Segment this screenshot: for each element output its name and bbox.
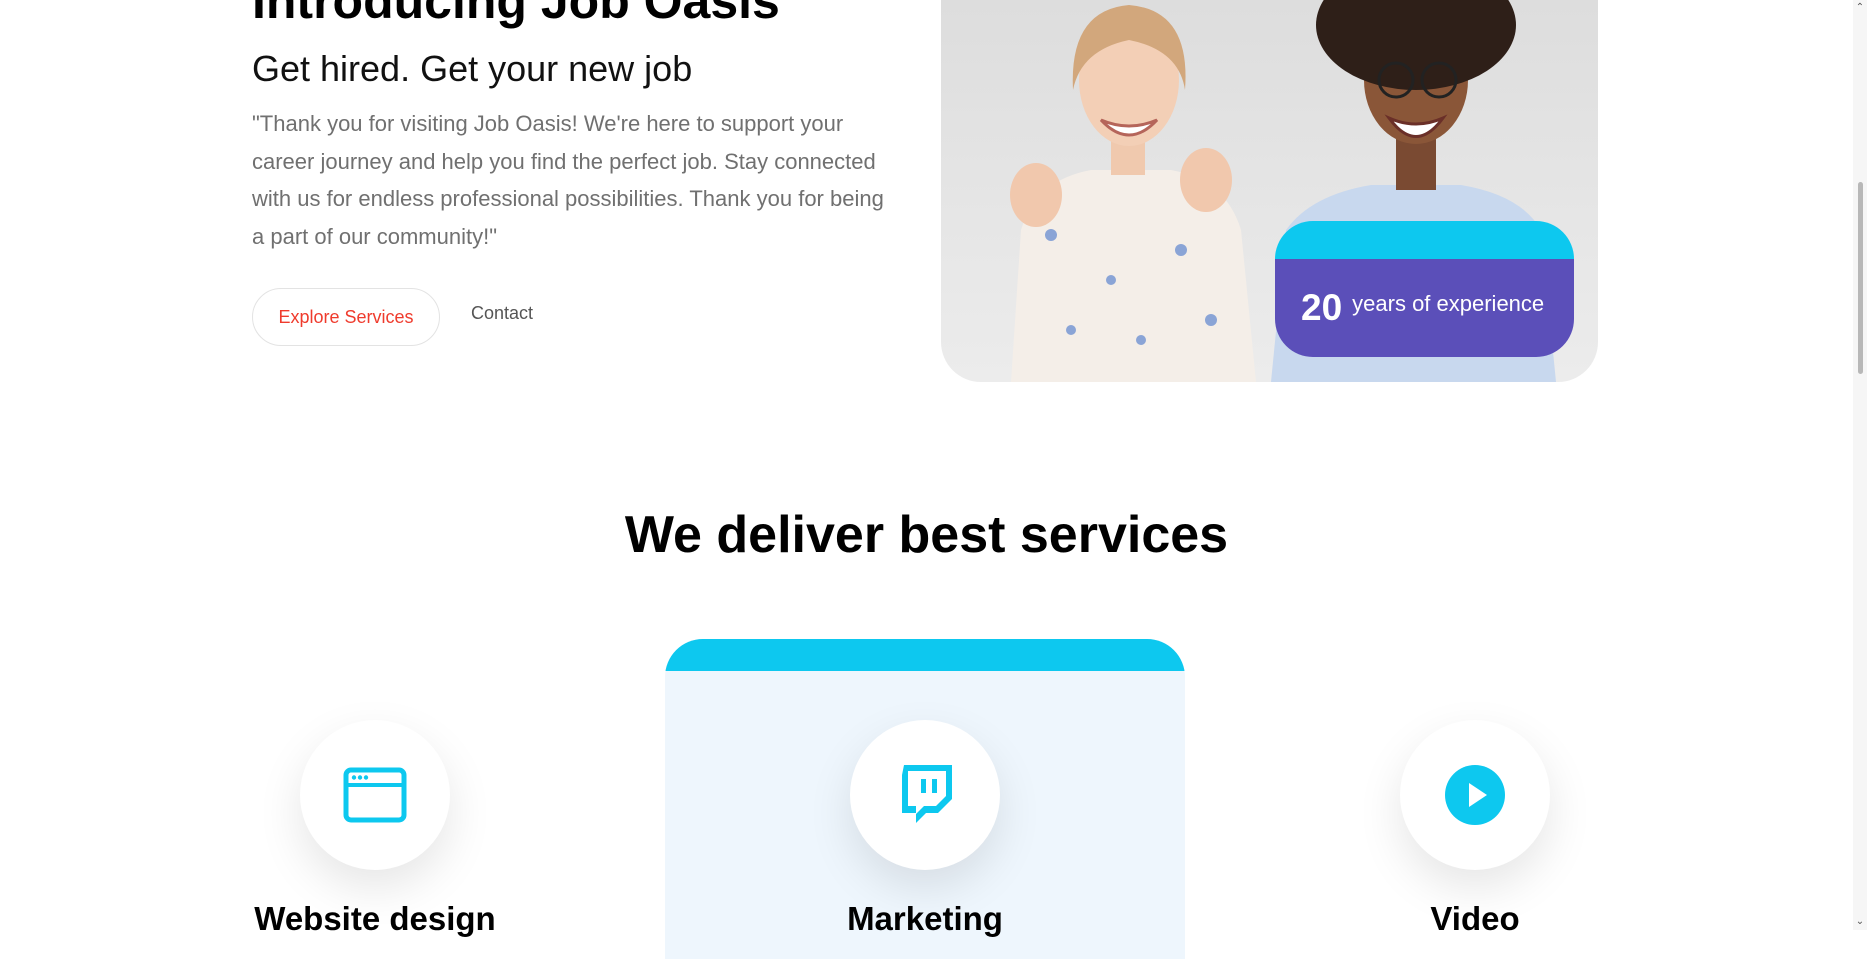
experience-badge: 20 years of experience [1275, 221, 1574, 357]
experience-years-label: years of experience [1352, 291, 1545, 316]
services-title: We deliver best services [624, 506, 1229, 564]
hero-subtitle: Get hired. Get your new job [252, 48, 693, 89]
service-title-video: Video [1430, 900, 1520, 937]
explore-services-button[interactable]: Explore Services [252, 288, 440, 346]
service-title-website-design: Website design [254, 900, 496, 937]
twitch-icon [902, 765, 952, 823]
service-card-accent-bar [665, 639, 1185, 671]
video-icon-circle[interactable] [1400, 720, 1550, 870]
service-title-marketing: Marketing [847, 900, 1003, 937]
experience-badge-accent [1275, 221, 1574, 259]
marketing-icon-circle[interactable] [850, 720, 1000, 870]
hero-description: "Thank you for visiting Job Oasis! We're… [252, 111, 884, 249]
scroll-up-arrow-icon[interactable]: ⌃ [1855, 2, 1865, 14]
scroll-down-arrow-icon[interactable]: ⌄ [1855, 916, 1865, 928]
play-circle-icon [1445, 765, 1505, 825]
page-scrollbar[interactable]: ⌃ ⌄ [1853, 0, 1867, 930]
contact-link[interactable]: Contact [471, 303, 533, 324]
website-design-icon-circle[interactable] [300, 720, 450, 870]
hero-title: Introducing Job Oasis [252, 0, 780, 29]
scrollbar-thumb[interactable] [1858, 182, 1863, 374]
experience-years-number: 20 [1301, 287, 1343, 328]
browser-window-icon [343, 767, 407, 823]
